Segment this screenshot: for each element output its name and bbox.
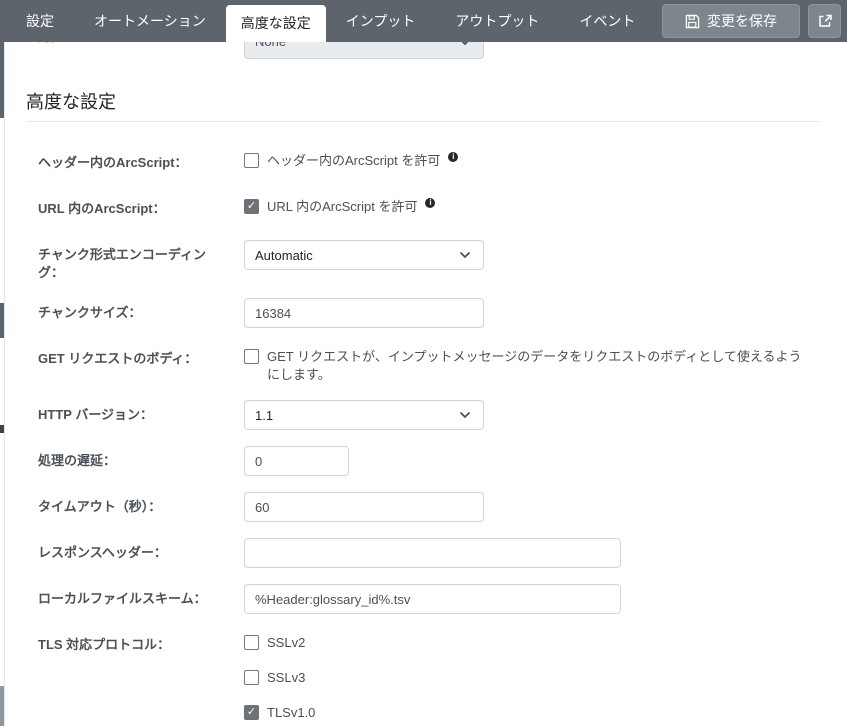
field-label: 処理の遅延： bbox=[38, 453, 117, 468]
field-label: チャンクサイズ： bbox=[38, 305, 142, 320]
tab-output[interactable]: アウトプット bbox=[435, 0, 559, 42]
chevron-down-icon bbox=[459, 251, 471, 259]
tls-option-sslv3: SSLv3 bbox=[244, 669, 821, 687]
timeout-input[interactable] bbox=[244, 492, 484, 522]
arcscript-headers-checkbox[interactable] bbox=[244, 153, 259, 168]
checkbox-label[interactable]: TLSv1.0 bbox=[267, 704, 315, 722]
left-edge-segment bbox=[0, 303, 4, 338]
left-edge-segment bbox=[0, 686, 4, 726]
field-label: レスポンスヘッダー： bbox=[38, 545, 167, 560]
open-external-button[interactable] bbox=[808, 4, 841, 38]
tls-option-sslv2: SSLv2 bbox=[244, 634, 821, 652]
checkbox-label[interactable]: SSLv3 bbox=[267, 669, 305, 687]
advanced-settings-form: ヘッダー内のArcScript： ヘッダー内のArcScript を許可 URL… bbox=[38, 148, 821, 722]
field-label: タイムアウト（秒）： bbox=[38, 499, 162, 514]
section-title: 高度な設定 bbox=[26, 92, 116, 112]
sslv2-checkbox[interactable] bbox=[244, 635, 259, 650]
tab-advanced-settings[interactable]: 高度な設定 bbox=[225, 5, 326, 42]
field-label: ヘッダー内のArcScript： bbox=[38, 155, 188, 170]
form-row-http-version: HTTP バージョン： 1.1 bbox=[38, 400, 821, 430]
select-value: 1.1 bbox=[255, 407, 274, 423]
external-link-icon bbox=[818, 14, 832, 27]
field-label: TLS 対応プロトコル： bbox=[38, 637, 171, 652]
info-icon[interactable] bbox=[448, 152, 459, 162]
sslv3-checkbox[interactable] bbox=[244, 670, 259, 685]
field-label: HTTP バージョン： bbox=[38, 407, 154, 422]
section-divider bbox=[26, 121, 821, 122]
settings-panel: 高度な設定 ヘッダー内のArcScript： ヘッダー内のArcScript を… bbox=[0, 0, 847, 722]
form-row-arcscript-url: URL 内のArcScript： URL 内のArcScript を許可 bbox=[38, 194, 821, 224]
left-panel-edge bbox=[4, 42, 5, 726]
chevron-down-icon bbox=[459, 411, 471, 419]
processing-delay-input[interactable] bbox=[244, 446, 349, 476]
tls-option-tlsv10: TLSv1.0 bbox=[244, 704, 821, 722]
checkbox-label[interactable]: URL 内のArcScript を許可 bbox=[267, 198, 417, 216]
left-edge-segment bbox=[0, 425, 4, 433]
save-changes-label: 変更を保存 bbox=[707, 13, 777, 29]
form-row-chunked-encoding: チャンク形式エンコーディング： Automatic bbox=[38, 240, 821, 282]
form-row-arcscript-headers: ヘッダー内のArcScript： ヘッダー内のArcScript を許可 bbox=[38, 148, 821, 178]
nav-actions: 変更を保存 bbox=[662, 0, 847, 42]
checkbox-label[interactable]: SSLv2 bbox=[267, 634, 305, 652]
http-version-select[interactable]: 1.1 bbox=[244, 400, 484, 430]
floppy-disk-icon bbox=[685, 14, 700, 28]
local-file-scheme-input[interactable] bbox=[244, 584, 621, 614]
form-row-chunk-size: チャンクサイズ： bbox=[38, 298, 821, 328]
form-row-local-file-scheme: ローカルファイルスキーム： bbox=[38, 584, 821, 614]
form-row-response-headers: レスポンスヘッダー： bbox=[38, 538, 821, 568]
tab-settings[interactable]: 設定 bbox=[6, 0, 74, 42]
field-label: ローカルファイルスキーム： bbox=[38, 591, 207, 606]
field-label: URL 内のArcScript： bbox=[38, 201, 166, 216]
form-row-get-request-body: GET リクエストのボディ： GET リクエストが、インプットメッセージのデータ… bbox=[38, 344, 821, 384]
info-icon[interactable] bbox=[425, 198, 436, 208]
response-headers-input[interactable] bbox=[244, 538, 621, 568]
select-value: Automatic bbox=[255, 247, 313, 263]
field-label: チャンク形式エンコーディング： bbox=[38, 247, 206, 280]
form-row-tls-protocols: TLS 対応プロトコル： SSLv2 SSLv3 TLSv1.0 bbox=[38, 630, 821, 722]
form-row-timeout: タイムアウト（秒）： bbox=[38, 492, 821, 522]
field-label: GET リクエストのボディ： bbox=[38, 351, 198, 366]
tab-input[interactable]: インプット bbox=[326, 0, 436, 42]
checkbox-label[interactable]: ヘッダー内のArcScript を許可 bbox=[267, 152, 440, 170]
get-request-body-checkbox[interactable] bbox=[244, 349, 259, 364]
chunk-size-input[interactable] bbox=[244, 298, 484, 328]
chunked-encoding-select[interactable]: Automatic bbox=[244, 240, 484, 270]
connector-settings-page: 認証スキーム： None 設定 オートメーション 高度な設定 インプット アウト… bbox=[0, 0, 847, 726]
form-row-processing-delay: 処理の遅延： bbox=[38, 446, 821, 476]
save-changes-button[interactable]: 変更を保存 bbox=[662, 4, 800, 38]
left-edge-segment bbox=[0, 42, 4, 118]
checkbox-label[interactable]: GET リクエストが、インプットメッセージのデータをリクエストのボディとして使え… bbox=[267, 348, 812, 384]
top-navbar: 設定 オートメーション 高度な設定 インプット アウトプット イベント 変更を保… bbox=[0, 0, 847, 42]
tab-automation[interactable]: オートメーション bbox=[74, 0, 226, 42]
arcscript-url-checkbox[interactable] bbox=[244, 199, 259, 214]
tab-events[interactable]: イベント bbox=[559, 0, 655, 42]
tlsv10-checkbox[interactable] bbox=[244, 705, 259, 720]
